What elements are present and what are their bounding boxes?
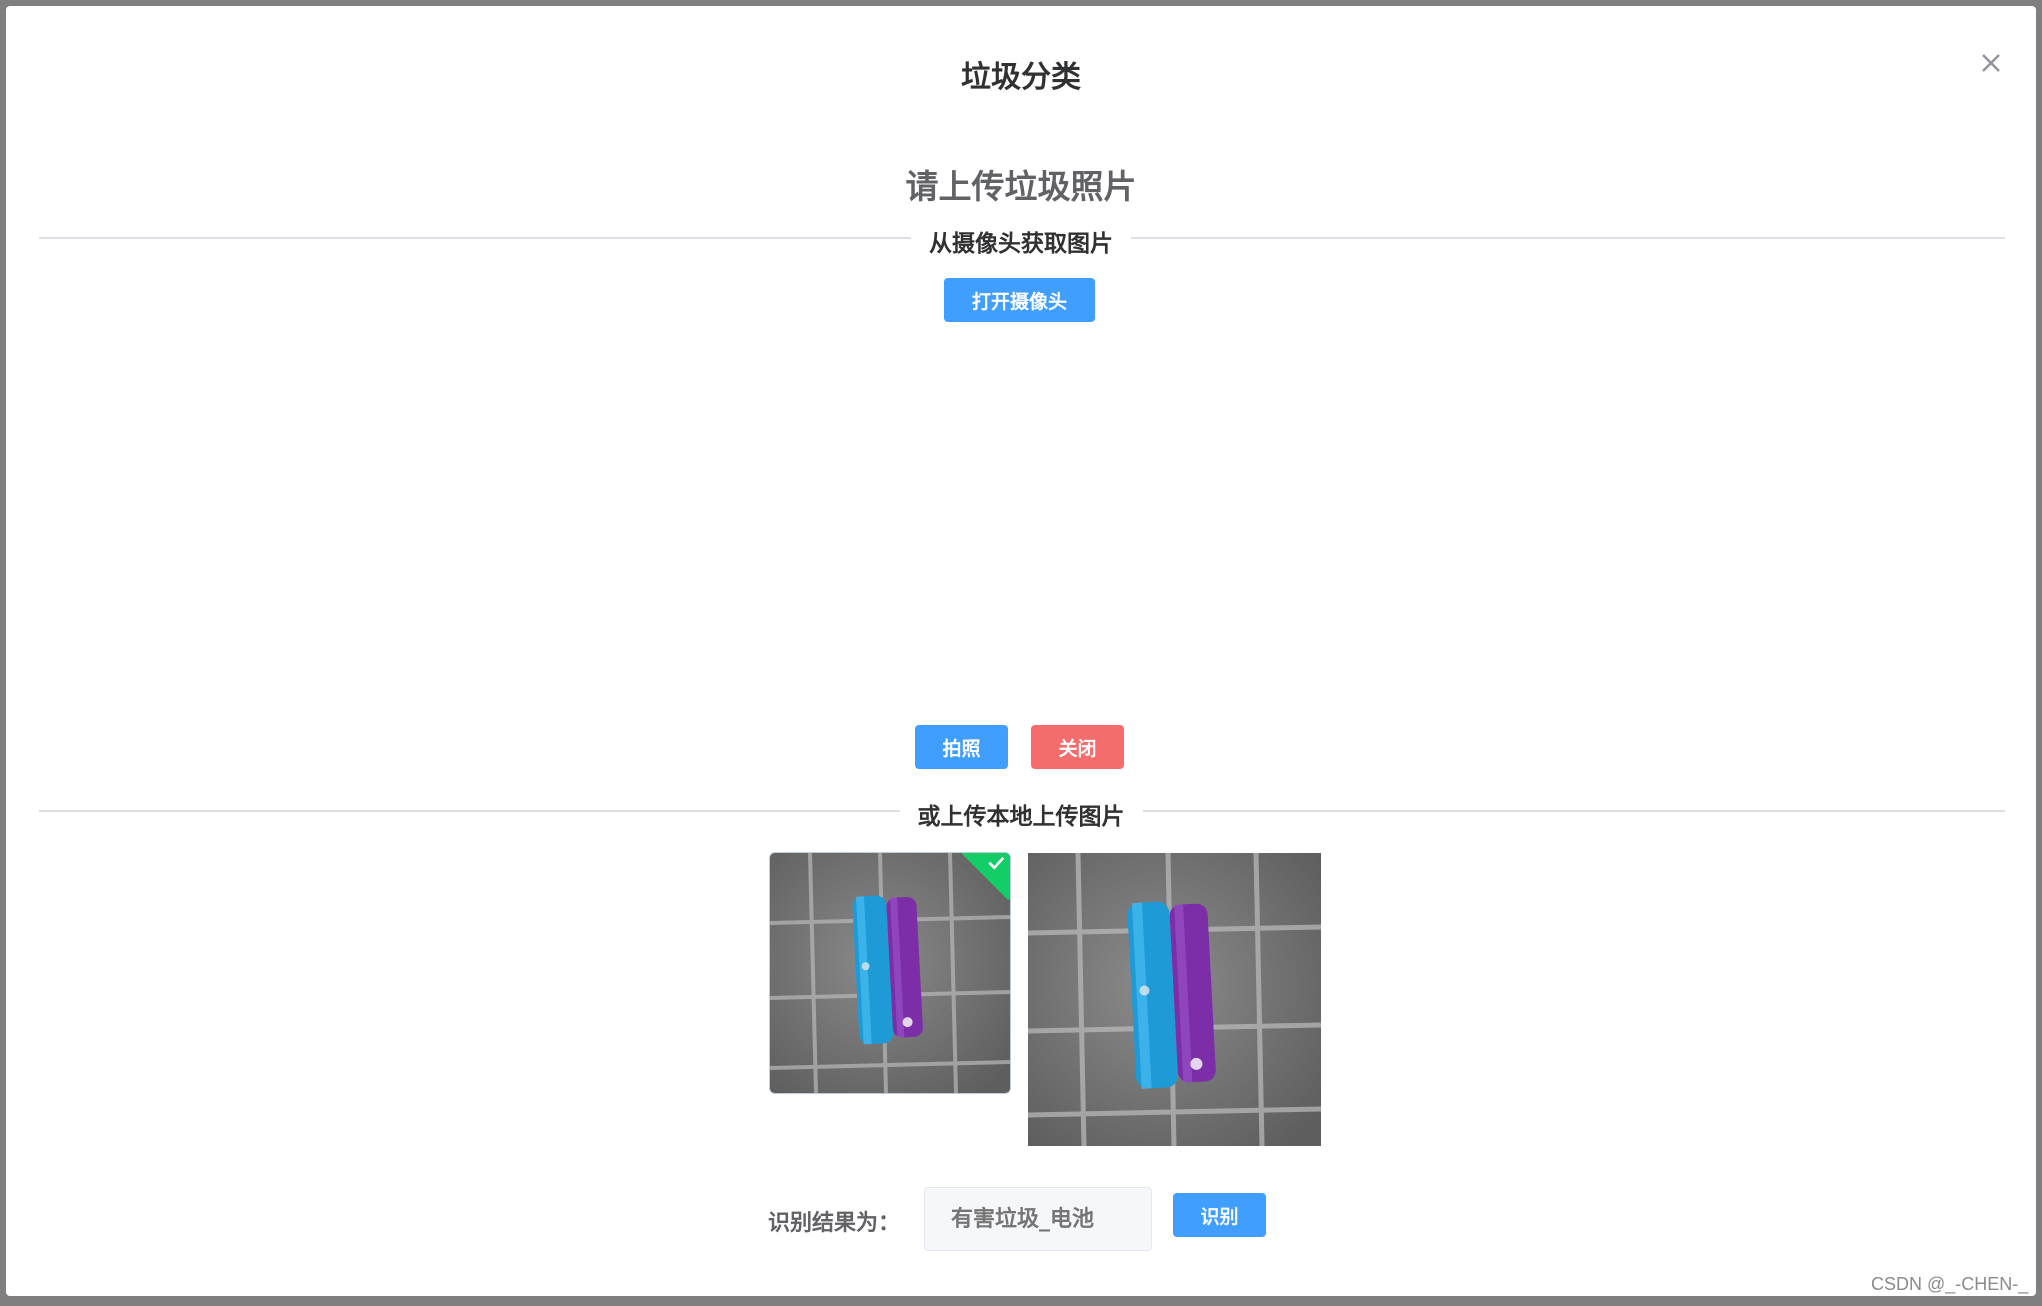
capture-photo-button[interactable]: 拍照 — [915, 725, 1008, 769]
check-icon — [988, 856, 1005, 870]
result-input[interactable] — [924, 1187, 1152, 1251]
watermark: CSDN @_-CHEN-_ — [1871, 1274, 2029, 1294]
battery-photo-image — [770, 853, 1010, 1093]
garbage-classification-dialog: 垃圾分类 请上传垃圾照片 从摄像头获取图片 打开摄像头 拍照 关闭 或上传本地上… — [6, 6, 2036, 1296]
result-label: 识别结果为： — [768, 1211, 901, 1236]
battery-preview-image — [1028, 853, 1321, 1146]
local-upload-section-label: 或上传本地上传图片 — [6, 797, 2036, 831]
recognize-button[interactable]: 识别 — [1173, 1193, 1266, 1237]
dialog-title: 垃圾分类 — [961, 60, 1081, 95]
camera-video-area — [706, 336, 1336, 706]
open-camera-button[interactable]: 打开摄像头 — [944, 278, 1095, 322]
upload-heading: 请上传垃圾照片 — [905, 167, 1137, 206]
close-icon — [1982, 54, 2000, 72]
camera-section-label: 从摄像头获取图片 — [6, 224, 2036, 258]
uploaded-image-thumbnail[interactable] — [769, 852, 1011, 1094]
close-camera-button[interactable]: 关闭 — [1031, 725, 1124, 769]
image-preview — [1028, 853, 1321, 1146]
camera-section-text: 从摄像头获取图片 — [911, 231, 1131, 257]
local-upload-section-text: 或上传本地上传图片 — [899, 804, 1143, 830]
close-dialog-button[interactable] — [1973, 45, 2009, 81]
